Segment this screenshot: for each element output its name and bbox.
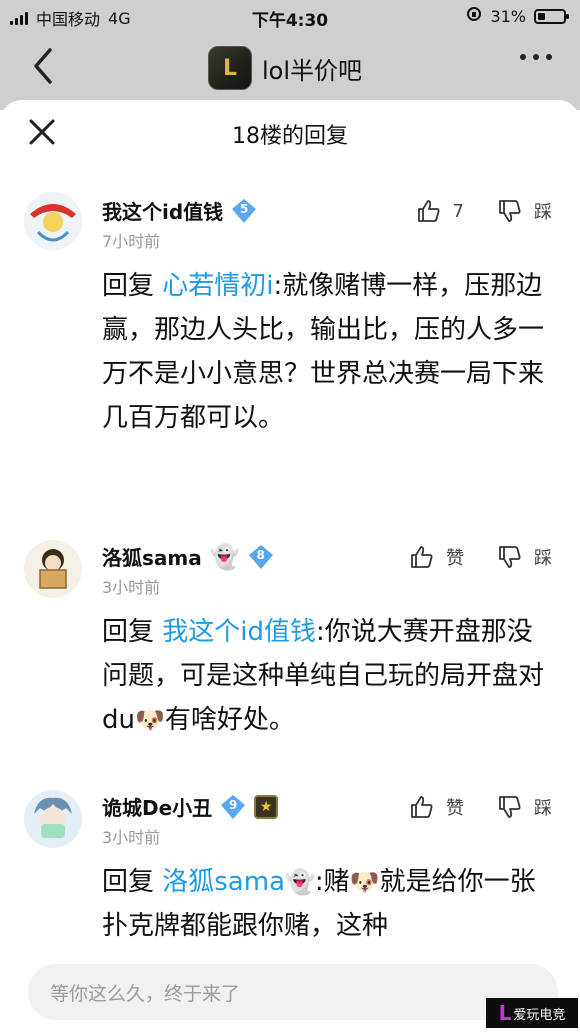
thumbs-down-icon <box>499 546 521 568</box>
reply-sheet: 18楼的回复 我这个id值钱 5 7小时前 7 踩 回复 心若情初i:就像赌博一… <box>0 100 580 1032</box>
thumbs-up-icon <box>417 200 440 222</box>
thumbs-down-icon <box>499 796 521 818</box>
battery-icon <box>534 8 569 24</box>
username[interactable]: 我这个id值钱 <box>102 196 223 225</box>
ghost-emoji: 👻 <box>285 868 315 896</box>
battery-percent: 31% <box>490 6 526 26</box>
forum-title[interactable]: L lol半价吧 <box>208 46 362 90</box>
comment-text-tail: 有啥好处。 <box>164 705 295 735</box>
more-dot-icon <box>520 54 526 60</box>
status-bar: 中国移动 4G 下午4:30 31% <box>0 0 580 32</box>
avatar-image <box>24 540 82 598</box>
dislike-button[interactable]: 踩 <box>498 544 552 570</box>
dislike-label: 踩 <box>534 798 552 819</box>
dog-emoji: 🐶 <box>134 706 165 734</box>
level-number: 8 <box>256 547 265 562</box>
comment-time: 3小时前 <box>102 828 161 847</box>
dislike-button[interactable]: 踩 <box>498 198 552 224</box>
username[interactable]: 诡城De小丑 <box>102 792 212 821</box>
comment-body[interactable]: 回复 我这个id值钱:你说大赛开盘那没问题，可是这种单纯自己玩的局开盘对du🐶有… <box>102 610 552 742</box>
dislike-label: 踩 <box>534 202 552 223</box>
watermark-logo: L <box>498 1001 512 1025</box>
like-button[interactable]: 7 <box>417 199 464 223</box>
chevron-left-icon <box>34 48 52 84</box>
level-badge: 9 <box>220 794 246 820</box>
comment-text: :赌 <box>314 867 350 897</box>
thumbs-up-icon <box>411 546 433 568</box>
comment-actions: 7 踩 <box>417 198 552 224</box>
level-badge: 5 <box>231 198 257 224</box>
comment-item: 我这个id值钱 5 7小时前 7 踩 回复 心若情初i:就像赌博一样，压那边赢，… <box>0 184 580 524</box>
more-dot-icon <box>546 54 552 60</box>
more-dot-icon <box>533 54 539 60</box>
like-button[interactable]: 赞 <box>410 544 464 570</box>
comment-time: 3小时前 <box>102 578 161 597</box>
avatar-image <box>24 192 82 250</box>
mention-link[interactable]: 洛狐sama👻 <box>162 867 315 897</box>
comment-time: 7小时前 <box>102 232 161 251</box>
medal-icon: ★ <box>254 794 279 819</box>
username-row: 洛狐sama 👻 8 <box>102 542 274 571</box>
like-label: 赞 <box>446 548 464 569</box>
dislike-label: 踩 <box>534 548 552 569</box>
level-number: 5 <box>239 201 249 216</box>
sheet-header: 18楼的回复 <box>0 100 580 166</box>
avatar[interactable] <box>24 540 82 598</box>
watermark: L 爱玩电竞 <box>486 998 578 1028</box>
more-options-button[interactable] <box>520 54 552 60</box>
nav-bar: L lol半价吧 <box>0 32 580 100</box>
comment-actions: 赞 踩 <box>410 794 552 820</box>
like-count: 7 <box>452 200 464 222</box>
back-button[interactable] <box>30 46 58 86</box>
username-row: 我这个id值钱 5 <box>102 196 257 225</box>
reply-input-placeholder: 等你这么久，终于来了 <box>50 982 241 1005</box>
avatar[interactable] <box>24 192 82 250</box>
comment-item: 洛狐sama 👻 8 3小时前 赞 踩 回复 我这个id值钱:你说大赛开盘那没问… <box>0 534 580 774</box>
watermark-text: 爱玩电竞 <box>513 1007 566 1023</box>
username-row: 诡城De小丑 9 ★ <box>102 792 279 821</box>
comment-body[interactable]: 回复 心若情初i:就像赌博一样，压那边赢，那边人头比，输出比，压的人多一万不是小… <box>102 264 552 440</box>
ghost-emoji: 👻 <box>209 542 240 571</box>
rotation-lock-icon <box>466 6 482 26</box>
mention-link[interactable]: 心若情初i <box>162 271 273 301</box>
dislike-button[interactable]: 踩 <box>498 794 552 820</box>
forum-name: lol半价吧 <box>262 56 363 85</box>
status-right: 31% <box>466 6 569 26</box>
like-label: 赞 <box>446 798 464 819</box>
like-button[interactable]: 赞 <box>410 794 464 820</box>
reply-prefix: 回复 <box>102 867 163 897</box>
reply-prefix: 回复 <box>102 617 163 647</box>
dog-emoji: 🐶 <box>349 868 380 896</box>
avatar[interactable] <box>24 790 82 848</box>
comment-body[interactable]: 回复 洛狐sama👻:赌🐶就是给你一张扑克牌都能跟你赌，这种 <box>102 860 552 948</box>
level-badge: 8 <box>248 544 274 570</box>
forum-logo: L <box>208 46 252 90</box>
username[interactable]: 洛狐sama <box>102 542 202 571</box>
reply-prefix: 回复 <box>102 271 163 301</box>
thumbs-up-icon <box>411 796 433 818</box>
comment-actions: 赞 踩 <box>410 544 552 570</box>
mention-name: 洛狐sama <box>162 867 286 897</box>
level-number: 9 <box>228 797 238 812</box>
sheet-title: 18楼的回复 <box>232 124 348 149</box>
reply-input[interactable]: 等你这么久，终于来了 <box>28 964 558 1020</box>
avatar-image <box>24 790 82 848</box>
thumbs-down-icon <box>499 200 521 222</box>
mention-link[interactable]: 我这个id值钱 <box>162 617 316 647</box>
